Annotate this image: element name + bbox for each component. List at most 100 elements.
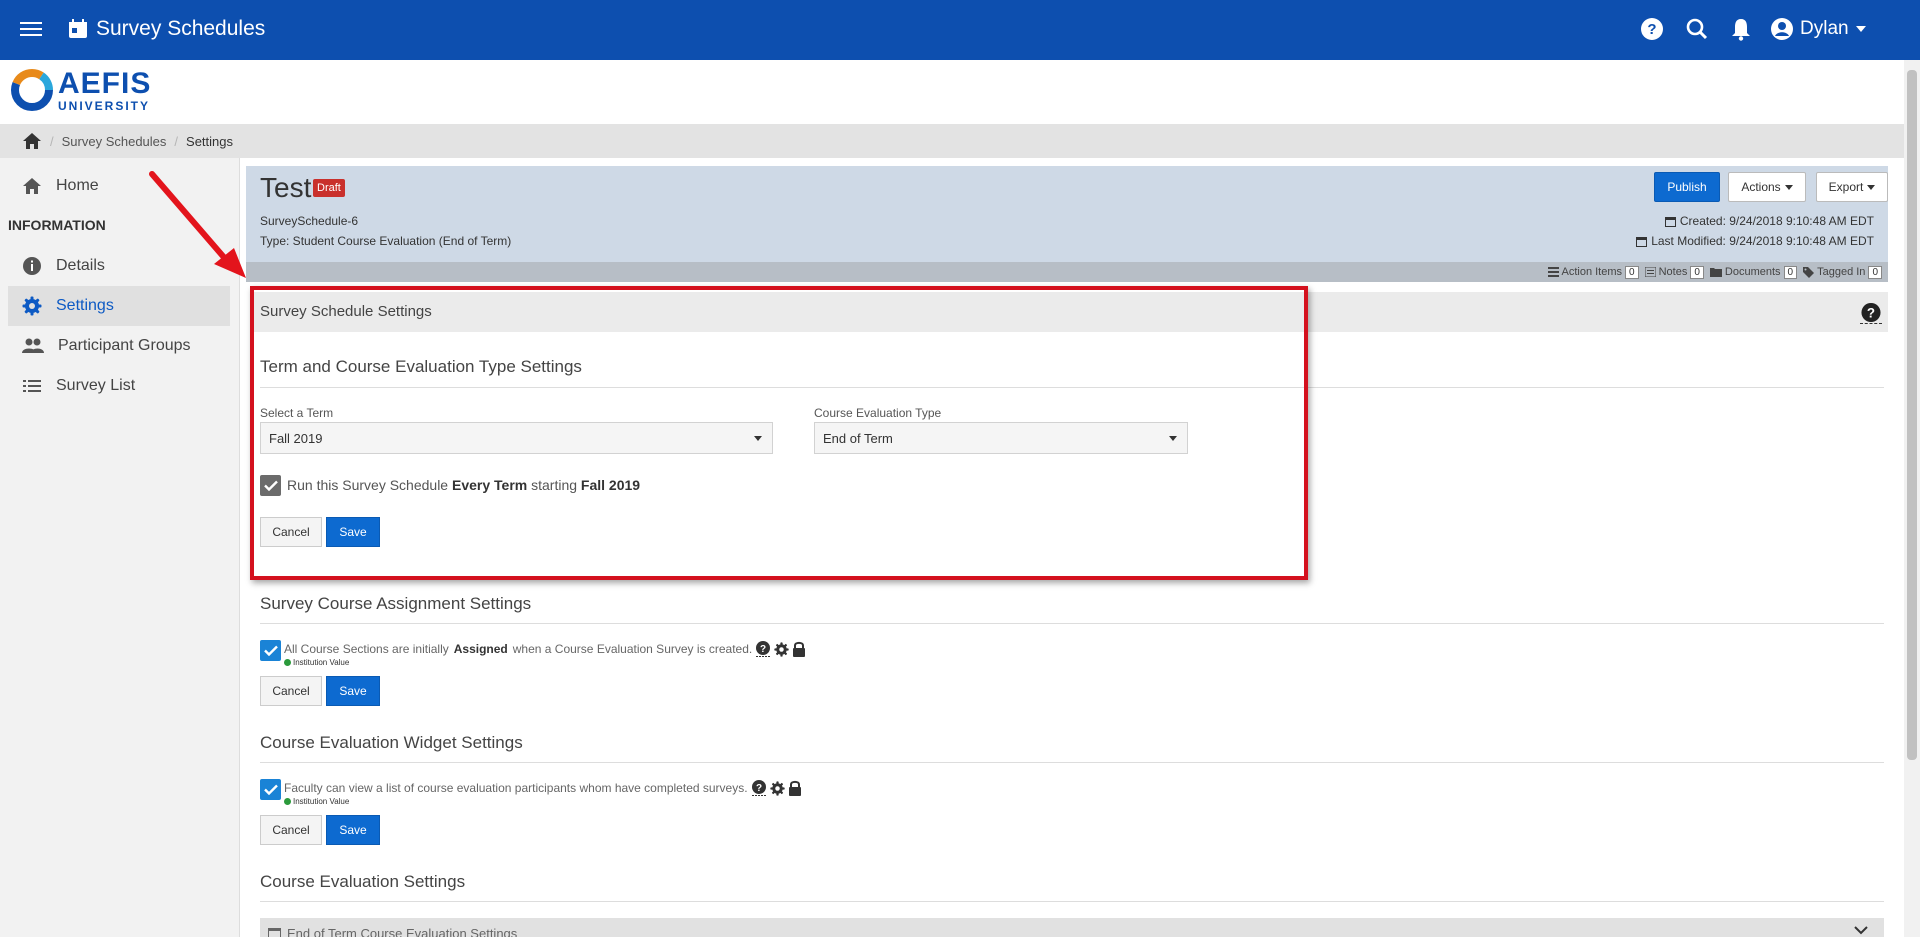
notes-icon — [1644, 267, 1656, 277]
save-button[interactable]: Save — [326, 517, 380, 547]
caret-down-icon — [754, 436, 762, 441]
home-icon — [23, 178, 41, 194]
tagged-in-link[interactable]: Tagged In 0 — [1803, 265, 1882, 279]
institution-value-badge: Institution Value — [284, 797, 349, 806]
cancel-button[interactable]: Cancel — [260, 517, 322, 547]
user-menu[interactable]: Dylan — [1770, 15, 1867, 43]
faculty-view-label: Faculty can view a list of course evalua… — [284, 781, 748, 795]
term-settings-title: Term and Course Evaluation Type Settings — [260, 357, 582, 376]
page-scrollbar[interactable] — [1904, 60, 1920, 937]
scrollbar-thumb[interactable] — [1907, 70, 1917, 760]
list-icon — [1547, 267, 1559, 277]
run-prefix: Run this Survey Schedule — [287, 477, 449, 493]
sidebar-item-details[interactable]: Details — [8, 246, 230, 286]
logo-ring-icon — [11, 69, 53, 111]
tagged-in-count: 0 — [1868, 265, 1882, 279]
app-title: Survey Schedules — [96, 17, 266, 40]
created-text: Created: 9/24/2018 9:10:48 AM EDT — [1679, 214, 1874, 228]
run-mid: starting — [531, 477, 578, 493]
logo-text: AEFIS — [58, 66, 152, 100]
run-every: Every Term — [451, 477, 528, 493]
export-label: Export — [1828, 180, 1864, 194]
actions-label: Actions — [1741, 180, 1781, 194]
gear-icon — [22, 296, 42, 316]
notes-label: Notes — [1658, 266, 1688, 278]
check-icon — [263, 784, 278, 795]
settings-title: Survey Schedule Settings — [260, 303, 432, 320]
save-button[interactable]: Save — [326, 815, 380, 845]
assigned-suffix: when a Course Evaluation Survey is creat… — [512, 642, 753, 656]
documents-link[interactable]: Documents 0 — [1709, 265, 1798, 279]
caret-down-icon — [1867, 184, 1876, 190]
lock-icon — [788, 780, 801, 796]
tag-icon — [1803, 266, 1815, 278]
faculty-view-checkbox[interactable] — [260, 779, 281, 800]
institution-value-badge: Institution Value — [284, 658, 349, 667]
divider — [260, 901, 1884, 902]
cancel-button[interactable]: Cancel — [260, 676, 322, 706]
run-every-term-checkbox[interactable] — [260, 475, 281, 496]
calendar-icon — [268, 927, 281, 937]
sidebar-item-label: Details — [56, 257, 105, 274]
sidebar-item-participant-groups[interactable]: Participant Groups — [8, 326, 230, 366]
page-title: Test — [260, 172, 312, 203]
gear-icon[interactable] — [774, 641, 789, 657]
modified-text: Last Modified: 9/24/2018 9:10:48 AM EDT — [1651, 234, 1874, 248]
chevron-down-icon — [1854, 926, 1868, 935]
sidebar-item-settings[interactable]: Settings — [8, 286, 230, 326]
calendar-icon — [1636, 236, 1648, 247]
svg-text:?: ? — [1867, 305, 1875, 320]
sidebar-item-label: Settings — [56, 297, 114, 314]
status-badge: Draft — [313, 179, 345, 197]
schedule-header: Test Draft SurveySchedule-6 Type: Studen… — [246, 166, 1888, 262]
term-select[interactable]: Fall 2019 — [260, 422, 773, 454]
assigned-checkbox[interactable] — [260, 640, 281, 661]
breadcrumb-survey-schedules[interactable]: Survey Schedules — [62, 134, 167, 149]
faculty-view-text: Faculty can view a list of course evalua… — [284, 780, 802, 796]
divider — [260, 387, 1884, 388]
home-icon[interactable] — [22, 131, 42, 151]
save-button[interactable]: Save — [326, 676, 380, 706]
help-icon[interactable]: ? — [751, 780, 767, 796]
divider — [260, 623, 1884, 624]
sidebar: Home INFORMATION Details Settings Partic… — [0, 158, 240, 937]
gear-icon[interactable] — [769, 780, 785, 796]
university-logo[interactable]: AEFIS UNIVERSITY — [10, 68, 151, 112]
institution-value-text: Institution Value — [293, 797, 350, 806]
widget-settings-title: Course Evaluation Widget Settings — [260, 733, 523, 752]
run-every-term-text: Run this Survey Schedule Every Term star… — [287, 477, 640, 493]
publish-button[interactable]: Publish — [1654, 172, 1720, 202]
breadcrumb-settings: Settings — [186, 133, 234, 149]
breadcrumb-separator: / — [50, 133, 54, 149]
sidebar-item-survey-list[interactable]: Survey List — [8, 366, 230, 406]
help-icon[interactable]: ? — [1860, 302, 1882, 324]
term-label: Select a Term — [260, 406, 334, 420]
sidebar-section-information: INFORMATION — [8, 217, 106, 233]
sidebar-item-label: Home — [56, 177, 99, 194]
account-icon — [1771, 18, 1793, 40]
svg-text:?: ? — [756, 783, 762, 794]
caret-down-icon — [1784, 184, 1793, 190]
actions-button[interactable]: Actions — [1728, 172, 1806, 202]
menu-icon[interactable] — [20, 18, 42, 40]
search-icon[interactable] — [1684, 16, 1710, 42]
cancel-button[interactable]: Cancel — [260, 815, 322, 845]
logo-bar: AEFIS UNIVERSITY — [0, 60, 1904, 124]
breadcrumb-separator: / — [174, 133, 179, 149]
top-navbar: Survey Schedules ? Dylan — [0, 0, 1920, 60]
bell-icon[interactable] — [1728, 16, 1754, 42]
run-term: Fall 2019 — [580, 477, 641, 493]
action-items-label: Action Items — [1561, 266, 1623, 278]
action-items-link[interactable]: Action Items 0 — [1547, 265, 1639, 279]
evaluation-type-select[interactable]: End of Term — [814, 422, 1188, 454]
notes-link[interactable]: Notes 0 — [1644, 265, 1704, 279]
sidebar-item-home[interactable]: Home — [8, 166, 230, 206]
schedule-id: SurveySchedule-6 — [260, 214, 359, 228]
caret-down-icon — [1855, 26, 1866, 32]
help-icon[interactable]: ? — [755, 641, 771, 657]
export-button[interactable]: Export — [1816, 172, 1888, 202]
help-icon[interactable]: ? — [1639, 16, 1665, 42]
user-name: Dylan — [1800, 18, 1849, 39]
end-of-term-settings-panel[interactable]: End of Term Course Evaluation Settings — [260, 918, 1884, 937]
course-eval-settings-title: Course Evaluation Settings — [260, 872, 466, 891]
